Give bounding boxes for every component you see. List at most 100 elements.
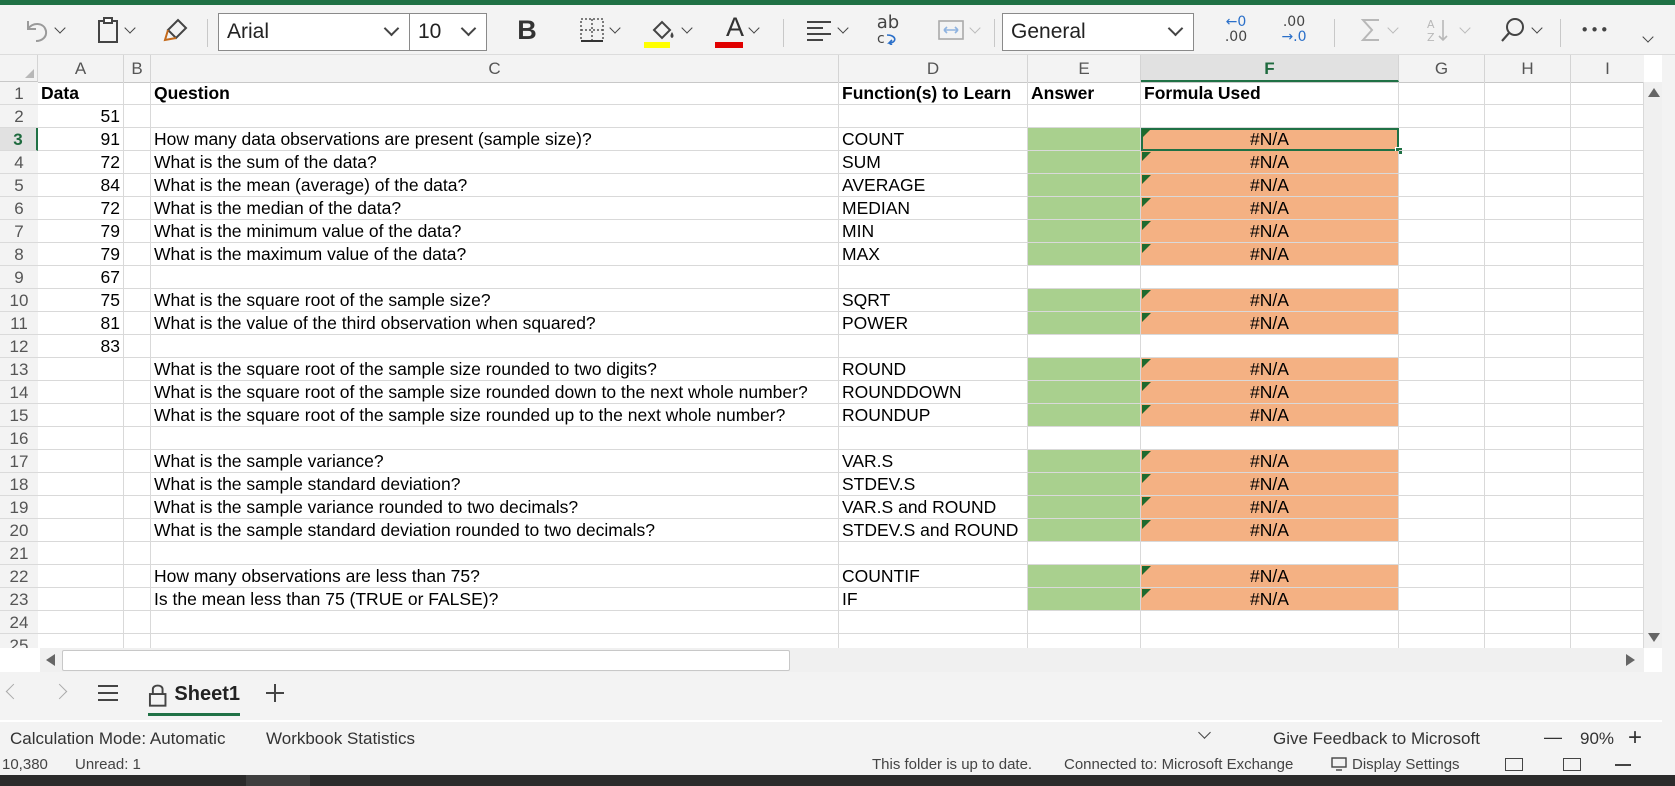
cell-g14[interactable] <box>1399 381 1485 404</box>
cell-c18[interactable]: What is the sample standard deviation? <box>151 473 839 496</box>
row-header-16[interactable]: 16 <box>0 427 38 450</box>
cell-g5[interactable] <box>1399 174 1485 197</box>
cell-g1[interactable] <box>1399 82 1485 105</box>
cell-f18[interactable]: #N/A <box>1141 473 1399 496</box>
cell-i20[interactable] <box>1571 519 1644 542</box>
cell-a6[interactable]: 72 <box>38 197 124 220</box>
cell-a21[interactable] <box>38 542 124 565</box>
cell-c22[interactable]: How many observations are less than 75? <box>151 565 839 588</box>
cell-g11[interactable] <box>1399 312 1485 335</box>
tab-sheet1[interactable]: Sheet1 <box>148 676 240 716</box>
row-header-6[interactable]: 6 <box>0 197 38 220</box>
cell-g12[interactable] <box>1399 335 1485 358</box>
cell-a5[interactable]: 84 <box>38 174 124 197</box>
sort-filter-button[interactable]: AZ <box>1420 12 1476 48</box>
workbook-statistics[interactable]: Workbook Statistics <box>266 729 415 749</box>
cell-a19[interactable] <box>38 496 124 519</box>
cell-i10[interactable] <box>1571 289 1644 312</box>
cell-b11[interactable] <box>124 312 151 335</box>
horizontal-scroll-thumb[interactable] <box>62 650 790 671</box>
cell-g18[interactable] <box>1399 473 1485 496</box>
cell-a22[interactable] <box>38 565 124 588</box>
cell-i17[interactable] <box>1571 450 1644 473</box>
cell-d25[interactable] <box>839 634 1028 648</box>
cell-i25[interactable] <box>1571 634 1644 648</box>
borders-button[interactable] <box>570 12 628 48</box>
column-header-b[interactable]: B <box>124 55 151 82</box>
reading-view-icon[interactable] <box>1563 758 1581 771</box>
cell-c4[interactable]: What is the sum of the data? <box>151 151 839 174</box>
decrease-decimal-button[interactable]: .00 →.0 <box>1276 12 1312 48</box>
find-button[interactable] <box>1492 12 1548 48</box>
number-format-select[interactable]: General <box>1002 13 1194 51</box>
cell-e6[interactable] <box>1028 197 1141 220</box>
cell-a14[interactable] <box>38 381 124 404</box>
cell-g9[interactable] <box>1399 266 1485 289</box>
row-header-1[interactable]: 1 <box>0 82 38 105</box>
scroll-down-icon[interactable] <box>1648 633 1660 642</box>
row-header-3[interactable]: 3 <box>0 128 38 151</box>
column-header-i[interactable]: I <box>1571 55 1644 82</box>
cell-b16[interactable] <box>124 427 151 450</box>
cell-c6[interactable]: What is the median of the data? <box>151 197 839 220</box>
cell-d18[interactable]: STDEV.S <box>839 473 1028 496</box>
cell-i11[interactable] <box>1571 312 1644 335</box>
cell-c12[interactable] <box>151 335 839 358</box>
cell-e22[interactable] <box>1028 565 1141 588</box>
cell-d15[interactable]: ROUNDUP <box>839 404 1028 427</box>
next-sheet-icon[interactable] <box>51 683 68 700</box>
cell-a20[interactable] <box>38 519 124 542</box>
row-header-19[interactable]: 19 <box>0 496 38 519</box>
cell-b24[interactable] <box>124 611 151 634</box>
cell-e7[interactable] <box>1028 220 1141 243</box>
cell-c1[interactable]: Question <box>151 82 839 105</box>
cell-d12[interactable] <box>839 335 1028 358</box>
cell-d23[interactable]: IF <box>839 588 1028 611</box>
scroll-left-icon[interactable] <box>46 654 55 666</box>
column-header-d[interactable]: D <box>839 55 1028 82</box>
cell-b12[interactable] <box>124 335 151 358</box>
normal-view-icon[interactable] <box>1505 758 1523 771</box>
cell-a25[interactable] <box>38 634 124 648</box>
cell-f8[interactable]: #N/A <box>1141 243 1399 266</box>
cell-c3[interactable]: How many data observations are present (… <box>151 128 839 151</box>
cell-b3[interactable] <box>124 128 151 151</box>
cell-a2[interactable]: 51 <box>38 105 124 128</box>
row-header-9[interactable]: 9 <box>0 266 38 289</box>
row-header-24[interactable]: 24 <box>0 611 38 634</box>
cell-h1[interactable] <box>1485 82 1571 105</box>
cell-i2[interactable] <box>1571 105 1644 128</box>
cell-g16[interactable] <box>1399 427 1485 450</box>
cell-b6[interactable] <box>124 197 151 220</box>
cell-d7[interactable]: MIN <box>839 220 1028 243</box>
cell-b15[interactable] <box>124 404 151 427</box>
cell-b23[interactable] <box>124 588 151 611</box>
cell-c2[interactable] <box>151 105 839 128</box>
cell-g25[interactable] <box>1399 634 1485 648</box>
cell-f10[interactable]: #N/A <box>1141 289 1399 312</box>
previous-sheet-icon[interactable] <box>5 683 22 700</box>
cell-e23[interactable] <box>1028 588 1141 611</box>
select-all-corner[interactable] <box>0 55 38 82</box>
cell-i16[interactable] <box>1571 427 1644 450</box>
cell-f6[interactable]: #N/A <box>1141 197 1399 220</box>
cell-f14[interactable]: #N/A <box>1141 381 1399 404</box>
cell-a1[interactable]: Data <box>38 82 124 105</box>
column-header-c[interactable]: C <box>151 55 839 82</box>
cell-b5[interactable] <box>124 174 151 197</box>
cell-e13[interactable] <box>1028 358 1141 381</box>
cell-c19[interactable]: What is the sample variance rounded to t… <box>151 496 839 519</box>
cell-h13[interactable] <box>1485 358 1571 381</box>
cell-c5[interactable]: What is the mean (average) of the data? <box>151 174 839 197</box>
cell-h7[interactable] <box>1485 220 1571 243</box>
cell-d24[interactable] <box>839 611 1028 634</box>
cell-d11[interactable]: POWER <box>839 312 1028 335</box>
cell-b1[interactable] <box>124 82 151 105</box>
cell-g8[interactable] <box>1399 243 1485 266</box>
cell-b8[interactable] <box>124 243 151 266</box>
cell-a17[interactable] <box>38 450 124 473</box>
row-header-2[interactable]: 2 <box>0 105 38 128</box>
cell-d21[interactable] <box>839 542 1028 565</box>
cell-d20[interactable]: STDEV.S and ROUND <box>839 519 1028 542</box>
row-header-21[interactable]: 21 <box>0 542 38 565</box>
